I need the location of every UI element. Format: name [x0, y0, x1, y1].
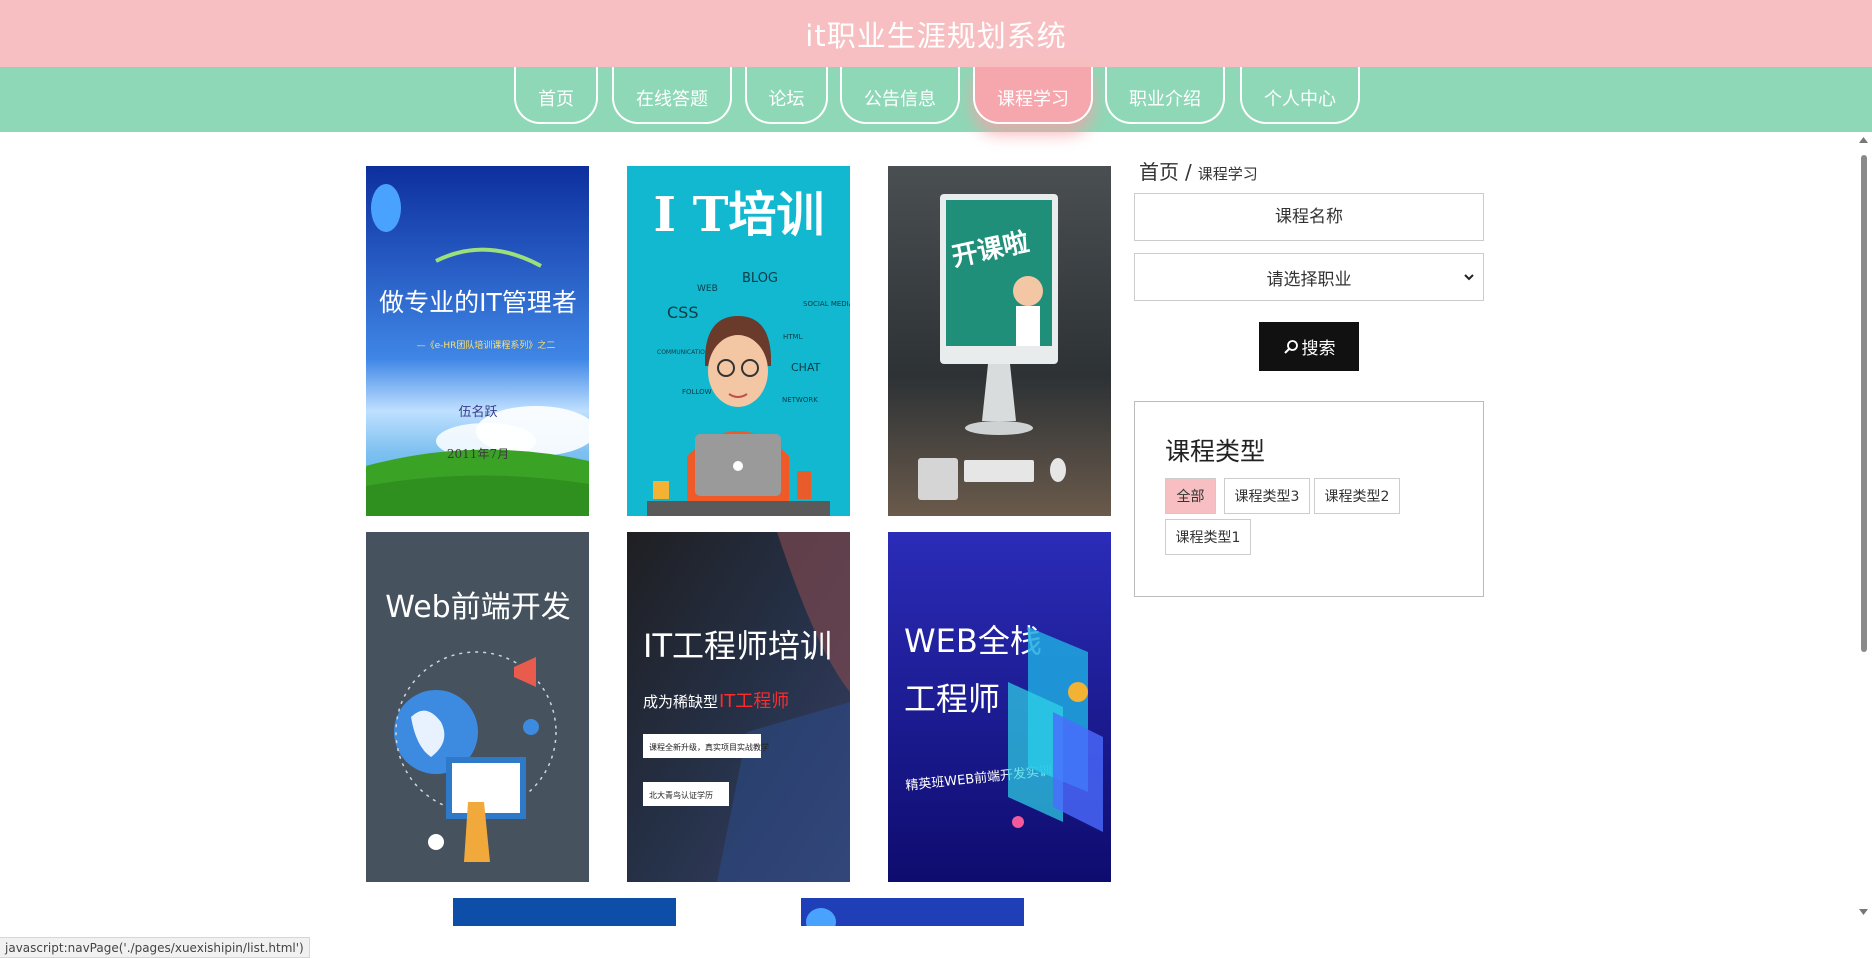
- course-image: [453, 898, 676, 926]
- nav-item-announcements[interactable]: 公告信息: [840, 67, 960, 124]
- course-card-web-fullstack[interactable]: WEB全栈 工程师 精英班WEB前端开发实训: [888, 532, 1111, 882]
- search-button-label: 搜索: [1301, 339, 1336, 359]
- course-type-panel: 课程类型 全部 课程类型3 课程类型2 课程类型1: [1134, 401, 1484, 597]
- course-image: 做专业的IT管理者 —《e-HR团队培训课程系列》之二 伍名跃 2011年7月: [366, 166, 589, 516]
- course-title: WEB全栈: [904, 622, 1042, 660]
- type-tag-all[interactable]: 全部: [1165, 478, 1216, 514]
- nav-item-forum[interactable]: 论坛: [745, 67, 828, 124]
- breadcrumb: 首页 / 课程学习: [1139, 156, 1258, 185]
- browser-status-bar: javascript:navPage('./pages/xuexishipin/…: [0, 937, 310, 958]
- nav-item-courses[interactable]: 课程学习: [973, 67, 1093, 124]
- nav-item-careers[interactable]: 职业介绍: [1105, 67, 1225, 124]
- course-word: CSS: [667, 303, 698, 322]
- course-box-text: 北大青鸟认证学历: [649, 790, 713, 800]
- course-word: WEB: [697, 284, 718, 294]
- course-type-title: 课程类型: [1165, 437, 1266, 466]
- career-select[interactable]: 请选择职业: [1134, 253, 1484, 301]
- course-card-it-training[interactable]: I T培训 BLOG WEB CSS SOCIAL MEDIA HTML COM…: [627, 166, 850, 516]
- course-title: 做专业的IT管理者: [379, 288, 577, 317]
- page-scrollbar[interactable]: [1855, 132, 1872, 926]
- course-title: Web前端开发: [385, 590, 570, 625]
- site-title: it职业生涯规划系统: [805, 18, 1067, 53]
- course-subtitle: —《e-HR团队培训课程系列》之二: [417, 339, 556, 351]
- course-line: 成为稀缺型: [643, 693, 718, 711]
- type-tag-3[interactable]: 课程类型3: [1224, 478, 1310, 514]
- course-card-web-frontend[interactable]: Web前端开发: [366, 532, 589, 882]
- scroll-thumb[interactable]: [1861, 155, 1867, 652]
- course-card-partial-2[interactable]: [801, 898, 1024, 926]
- course-card-it-engineer[interactable]: IT工程师培训 成为稀缺型 IT工程师 课程全新升级，真实项目实战教学 北大青鸟…: [627, 532, 850, 882]
- course-image: 开课啦: [888, 166, 1111, 516]
- main-nav: 首页 在线答题 论坛 公告信息 课程学习 职业介绍 个人中心: [0, 67, 1872, 132]
- type-tag-2[interactable]: 课程类型2: [1314, 478, 1400, 514]
- status-url: javascript:navPage('./pages/xuexishipin/…: [5, 940, 304, 955]
- course-image: Web前端开发: [366, 532, 589, 882]
- course-word: SOCIAL MEDIA: [803, 300, 850, 308]
- course-word: CHAT: [791, 361, 821, 374]
- course-image: I T培训 BLOG WEB CSS SOCIAL MEDIA HTML COM…: [627, 166, 850, 516]
- course-word: NETWORK: [782, 396, 818, 404]
- chevron-down-icon: [1464, 274, 1474, 281]
- course-author: 伍名跃: [458, 404, 497, 420]
- course-image: WEB全栈 工程师 精英班WEB前端开发实训: [888, 532, 1111, 882]
- course-title: I T培训: [654, 187, 825, 243]
- search-button[interactable]: 搜索: [1259, 322, 1359, 371]
- search-icon: [1283, 339, 1298, 354]
- scroll-down-icon[interactable]: [1858, 908, 1869, 916]
- course-image: IT工程师培训 成为稀缺型 IT工程师 课程全新升级，真实项目实战教学 北大青鸟…: [627, 532, 850, 882]
- course-card-partial-1[interactable]: [453, 898, 676, 926]
- course-image: [801, 898, 1024, 926]
- course-highlight: IT工程师: [719, 691, 789, 712]
- course-title: IT工程师培训: [643, 627, 832, 665]
- site-header: it职业生涯规划系统: [0, 0, 1872, 67]
- breadcrumb-home[interactable]: 首页: [1139, 156, 1179, 185]
- course-word: FOLLOW: [682, 388, 712, 396]
- course-word: HTML: [783, 333, 803, 341]
- scroll-up-icon[interactable]: [1858, 136, 1869, 144]
- nav-item-user-center[interactable]: 个人中心: [1240, 67, 1360, 124]
- course-box-text: 课程全新升级，真实项目实战教学: [649, 742, 769, 752]
- course-word: BLOG: [742, 271, 778, 286]
- nav-item-home[interactable]: 首页: [514, 67, 598, 124]
- course-card-it-manager[interactable]: 做专业的IT管理者 —《e-HR团队培训课程系列》之二 伍名跃 2011年7月: [366, 166, 589, 516]
- breadcrumb-current: 课程学习: [1197, 165, 1258, 183]
- course-name-input[interactable]: [1134, 193, 1484, 241]
- career-select-value: 请选择职业: [1266, 269, 1352, 290]
- course-title: 工程师: [904, 680, 1000, 718]
- course-card-class-start[interactable]: 开课啦: [888, 166, 1111, 516]
- course-word: COMMUNICATIONS: [657, 349, 713, 356]
- breadcrumb-separator: /: [1185, 160, 1192, 184]
- type-tag-1[interactable]: 课程类型1: [1165, 519, 1251, 555]
- nav-item-online-quiz[interactable]: 在线答题: [612, 67, 732, 124]
- course-date: 2011年7月: [447, 447, 509, 461]
